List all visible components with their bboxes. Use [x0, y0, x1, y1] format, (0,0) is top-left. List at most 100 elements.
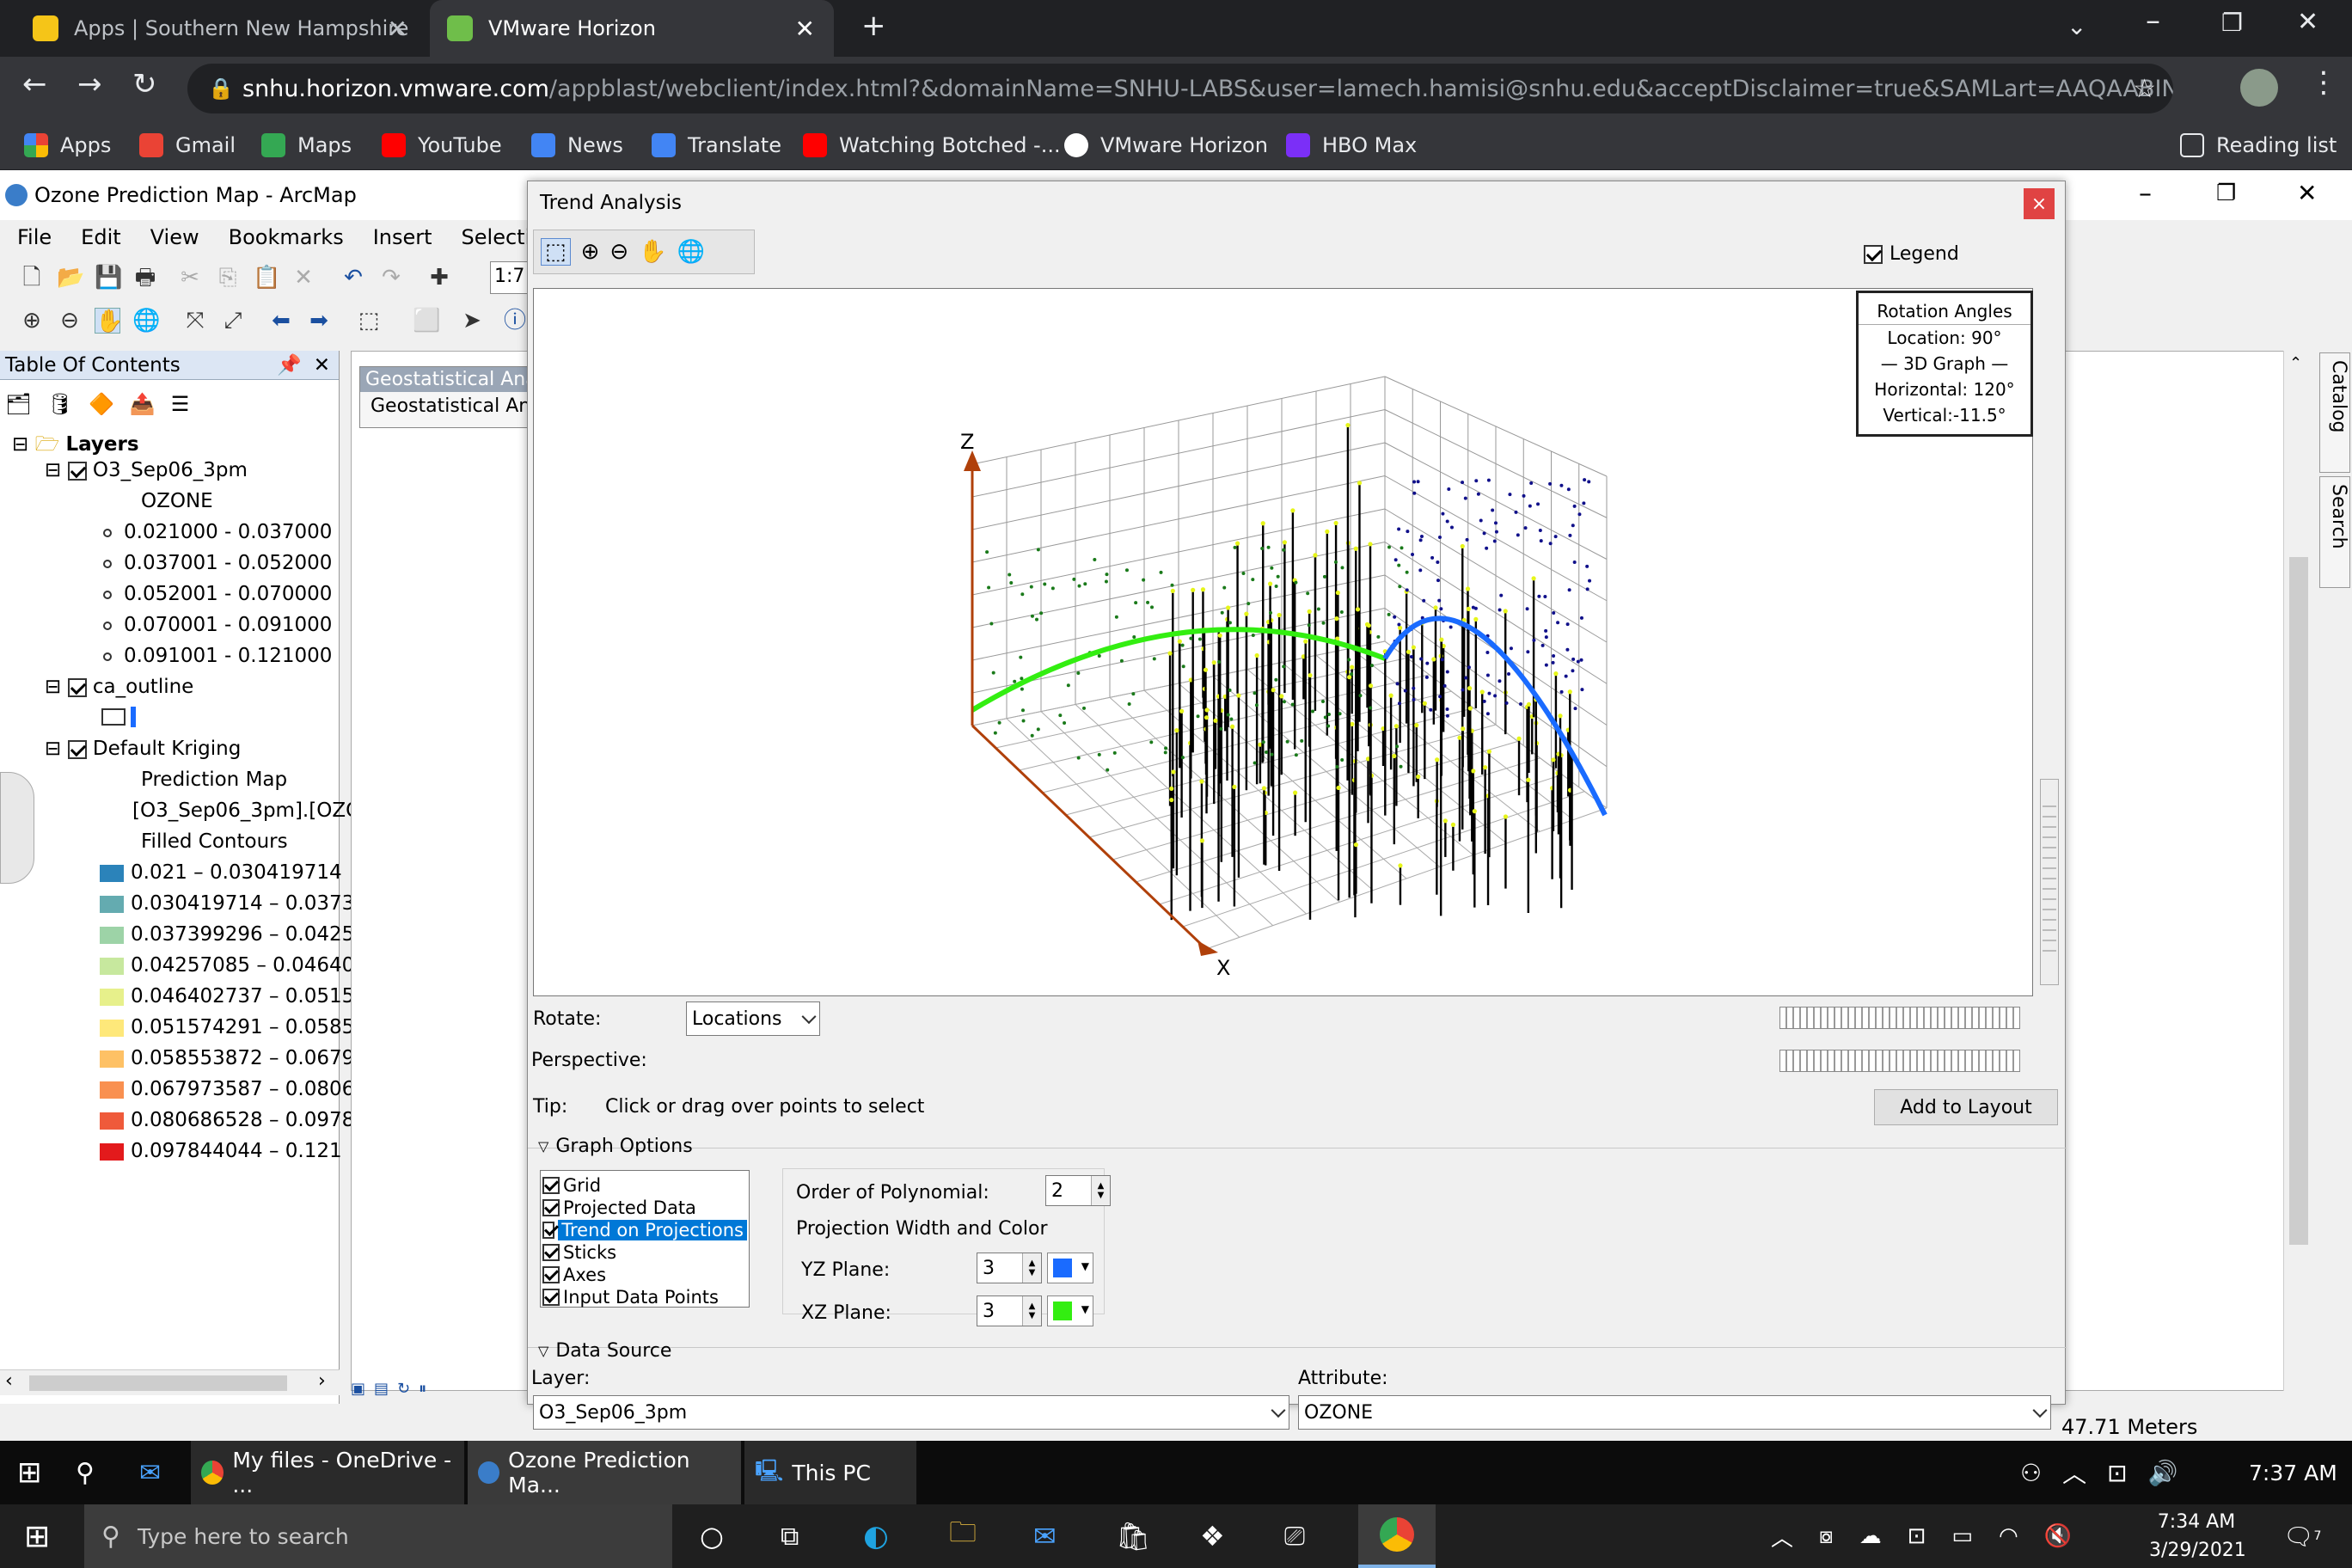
order-spinner[interactable]: 2 ▲ ▼ [1045, 1175, 1111, 1206]
attribute-select[interactable]: OZONE [1298, 1395, 2051, 1430]
option-axes[interactable]: Axes [542, 1264, 747, 1286]
fixed-zoom-in-icon[interactable]: ⤧ [182, 308, 208, 334]
scroll-up-icon[interactable]: ⌃ [2289, 354, 2302, 372]
plot-canvas[interactable]: ZX [534, 289, 2034, 997]
bookmark-botched[interactable]: Watching Botched -... [803, 120, 1061, 170]
bookmark-apps[interactable]: Apps [24, 120, 111, 170]
list-by-source-icon[interactable]: 🛢 [46, 392, 72, 416]
catalog-side-tab[interactable]: Catalog [2319, 352, 2350, 473]
rotate-select[interactable]: Locations [686, 1001, 820, 1036]
mail-icon[interactable]: ✉ [139, 1441, 161, 1504]
battery-icon[interactable]: ▭ [1951, 1523, 1973, 1549]
bookmark-hbo[interactable]: HBO Max [1286, 120, 1417, 170]
close-dialog-button[interactable]: × [2024, 188, 2055, 219]
task-view-icon[interactable]: ⧉ [781, 1504, 799, 1568]
refresh-icon[interactable]: ↻ [397, 1380, 410, 1398]
graph-options-header[interactable]: ▽ Graph Options [538, 1136, 693, 1157]
list-by-visibility-icon[interactable]: 🔶 [89, 392, 114, 416]
select-elements-icon[interactable]: ➤ [459, 308, 485, 334]
copy-icon[interactable]: ⎘ [215, 265, 241, 291]
tab-apps-snhu[interactable]: Apps | Southern New Hampshire ✕ [15, 0, 426, 57]
perspective-slider[interactable] [1779, 1050, 2020, 1072]
bookmark-maps[interactable]: Maps [261, 120, 352, 170]
zoom-in-icon[interactable]: ⊕ [581, 239, 600, 265]
collapse-icon[interactable]: ▽ [538, 1343, 548, 1359]
layout-view-icon[interactable]: ▤ [374, 1380, 389, 1398]
yz-width-spinner[interactable]: 3 ▲ ▼ [977, 1253, 1042, 1283]
windows-start-icon[interactable]: ⊞ [17, 1441, 42, 1504]
option-checkbox[interactable] [542, 1199, 560, 1216]
wifi-icon[interactable]: ◠ [1999, 1523, 2018, 1549]
minimize-icon[interactable]: – [2146, 3, 2160, 38]
layer-visibility-checkbox[interactable] [67, 461, 87, 481]
save-icon[interactable]: 💾 [95, 265, 122, 291]
browser-menu-icon[interactable]: ⋮ [2309, 65, 2338, 100]
close-tab-icon[interactable]: ✕ [388, 15, 407, 43]
chevron-up-icon[interactable]: ︿ [2062, 1455, 2086, 1490]
option-checkbox[interactable] [542, 1222, 555, 1239]
legend-checkbox[interactable] [1864, 244, 1883, 264]
display-icon[interactable]: ⊡ [1908, 1523, 1926, 1549]
legend-toggle[interactable]: Legend [1864, 243, 1959, 265]
layer-ca-outline[interactable]: ⊟ ca_outline [45, 676, 193, 698]
vmware-client-icon[interactable]: ❖ [1200, 1504, 1225, 1568]
pan-icon[interactable]: ✋ [95, 308, 123, 334]
menu-edit[interactable]: Edit [81, 225, 120, 249]
full-extent-icon[interactable]: 🌐 [132, 308, 160, 334]
taskbar-onedrive[interactable]: My files - OneDrive - ... [191, 1441, 464, 1504]
restore-icon[interactable]: ❐ [2221, 9, 2243, 37]
search-icon[interactable]: ⚲ [76, 1441, 95, 1504]
chevron-up-icon[interactable]: ︿ [1771, 1521, 1793, 1553]
close-toc-icon[interactable]: ✕ [314, 354, 330, 377]
restore-icon[interactable]: ❐ [2216, 181, 2236, 206]
identify-icon[interactable]: ⓘ [502, 308, 528, 334]
search-side-tab[interactable]: Search [2319, 476, 2350, 588]
tab-search-icon[interactable]: ⌄ [2067, 12, 2086, 40]
plot-vscrollbar[interactable] [2040, 779, 2059, 985]
option-sticks[interactable]: Sticks [542, 1241, 747, 1264]
bookmark-star-icon[interactable]: ☆ [2133, 74, 2156, 104]
scroll-thumb[interactable] [2289, 557, 2308, 1245]
option-input-data-points[interactable]: Input Data Points [542, 1286, 747, 1308]
new-tab-icon[interactable]: + [861, 9, 886, 43]
close-tab-icon[interactable]: ✕ [795, 15, 815, 43]
option-checkbox[interactable] [542, 1289, 560, 1306]
file-explorer-icon[interactable]: 🗀 [949, 1504, 977, 1568]
geo-toolbar-menu[interactable]: Geostatistical Ana [360, 392, 539, 420]
rotate-slider[interactable] [1779, 1007, 2020, 1029]
profile-avatar[interactable] [2240, 69, 2278, 107]
add-data-icon[interactable]: ✚ [426, 265, 452, 291]
spinner-arrows-icon[interactable]: ▲ ▼ [1022, 1296, 1041, 1326]
fixed-zoom-out-icon[interactable]: ⤢ [220, 308, 246, 334]
open-folder-icon[interactable]: 📂 [57, 265, 84, 291]
bookmark-youtube[interactable]: YouTube [382, 120, 502, 170]
minimize-icon[interactable]: – [2139, 179, 2152, 209]
spinner-arrows-icon[interactable]: ▲ ▼ [1022, 1253, 1041, 1283]
close-icon[interactable]: ✕ [2297, 179, 2317, 207]
menu-view[interactable]: View [150, 225, 199, 249]
back-extent-icon[interactable]: ⬅ [268, 308, 294, 334]
collapse-icon[interactable]: ▽ [538, 1138, 548, 1155]
taskbar-arcmap[interactable]: Ozone Prediction Ma... [468, 1441, 741, 1504]
back-icon[interactable]: ← [22, 67, 47, 101]
pause-drawing-icon[interactable]: ⏸ [419, 1380, 426, 1398]
xz-color-picker[interactable]: ▼ [1047, 1295, 1093, 1326]
map-vscrollbar[interactable]: ⌃ ⌄ [2283, 351, 2312, 1547]
menu-file[interactable]: File [17, 225, 52, 249]
scroll-left-icon[interactable]: ‹ [5, 1370, 13, 1392]
zoom-in-icon[interactable]: ⊕ [19, 308, 45, 334]
layer-visibility-checkbox[interactable] [67, 739, 87, 759]
bookmark-gmail[interactable]: Gmail [139, 120, 236, 170]
meet-now-icon[interactable]: ⧇ [1819, 1523, 1834, 1550]
layer-kriging[interactable]: ⊟ Default Kriging [45, 738, 241, 760]
zoom-out-icon[interactable]: ⊖ [57, 308, 83, 334]
option-grid[interactable]: Grid [542, 1174, 747, 1197]
add-to-layout-button[interactable]: Add to Layout [1874, 1089, 2058, 1125]
people-icon[interactable]: ⚇ [2020, 1459, 2042, 1487]
onedrive-icon[interactable]: ☁ [1859, 1523, 1882, 1549]
map-scale-field[interactable]: 1:7 [490, 261, 528, 294]
taskbar-this-pc[interactable]: 🖳 This PC [744, 1441, 916, 1504]
select-points-icon[interactable]: ⬚ [541, 238, 571, 266]
pan-icon[interactable]: ✋ [639, 239, 666, 265]
option-projected-data[interactable]: Projected Data [542, 1197, 747, 1219]
